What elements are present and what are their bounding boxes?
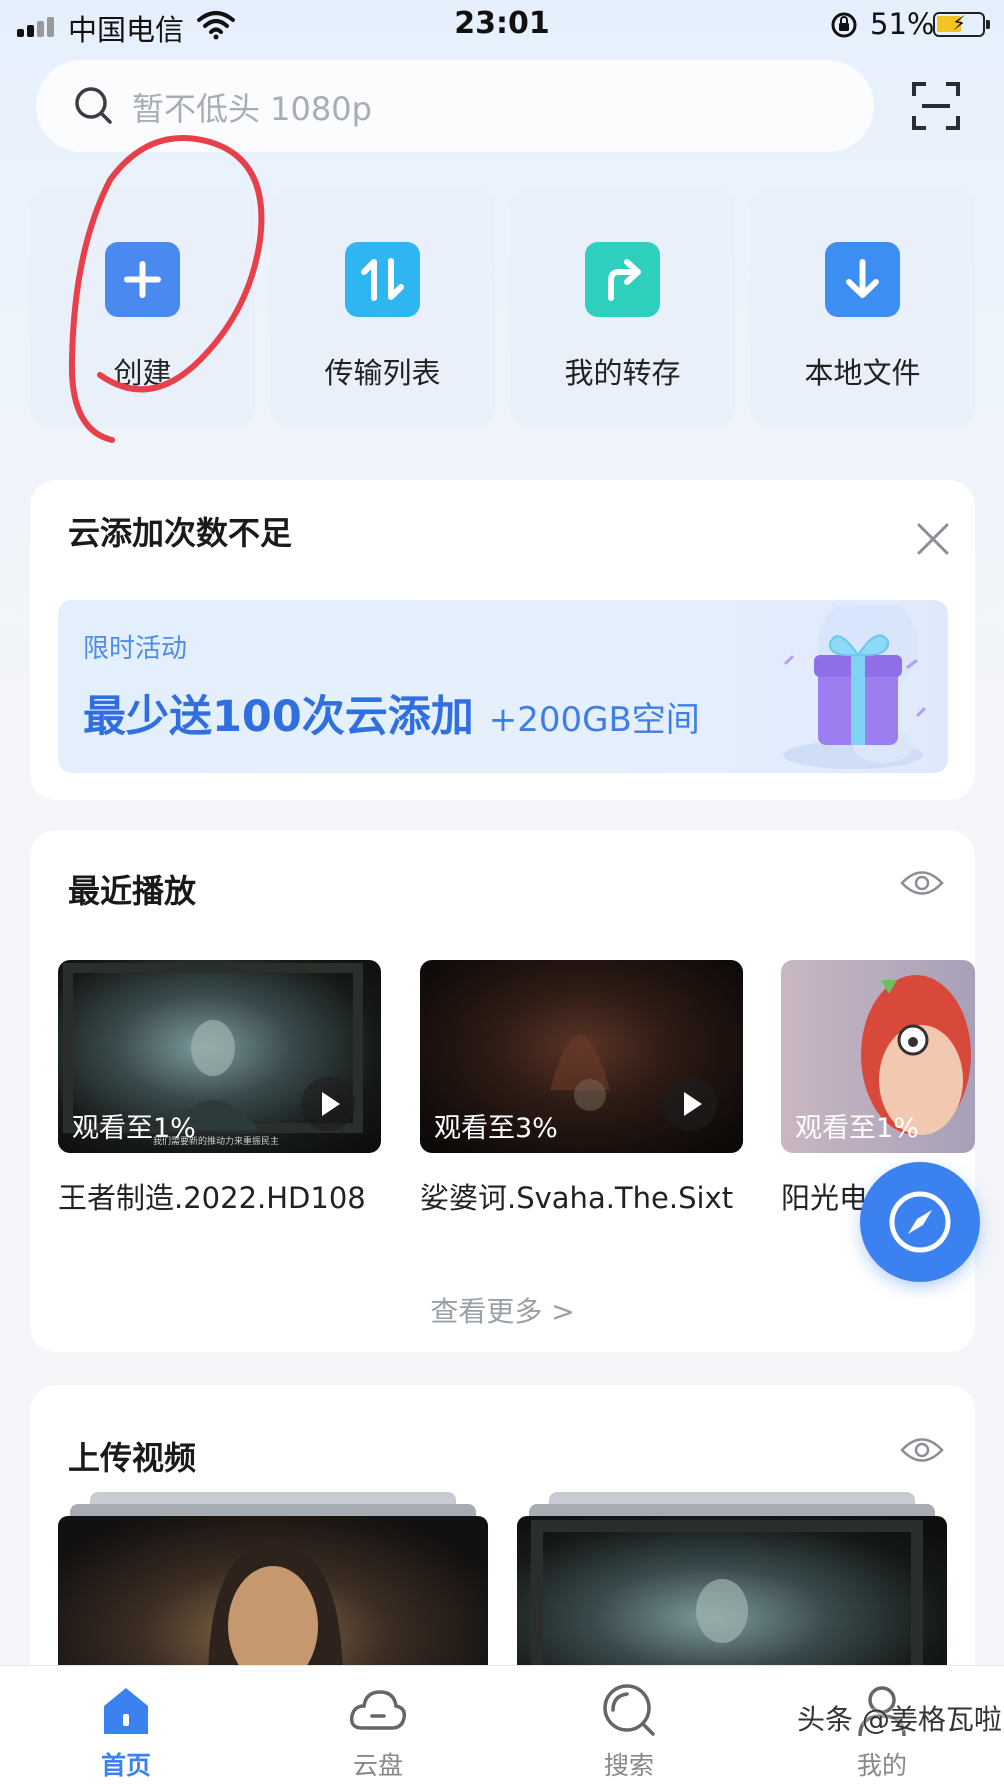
video-title: 王者制造.2022.HD108 [58, 1181, 366, 1215]
watermark: 头条 @姜格瓦啦 [797, 1703, 1002, 1736]
recent-title: 最近播放 [68, 872, 197, 910]
tab-label: 我的 [856, 1751, 907, 1780]
promo-tag: 限时活动 [83, 634, 188, 664]
battery-icon: ⚡ [933, 11, 990, 37]
upload-title: 上传视频 [68, 1439, 197, 1477]
search-icon [75, 87, 112, 124]
rotation-lock-icon [831, 12, 857, 38]
quick-actions: 创建 传输列表 我的转存 本地文件 [30, 188, 975, 428]
my-saves-label: 我的转存 [564, 356, 681, 390]
video-thumbnail[interactable] [517, 1516, 947, 1686]
local-files-label: 本地文件 [804, 356, 921, 390]
play-icon[interactable] [663, 1077, 717, 1131]
promo-title: 云添加次数不足 [68, 514, 293, 552]
video-thumbnail[interactable]: 我们需要新的推动力来重振民主 观看至1% [58, 960, 381, 1153]
thumbnail-art [531, 1520, 923, 1686]
recent-video-2[interactable]: 观看至3% 娑婆诃.Svaha.The.Sixt [420, 960, 743, 1217]
video-thumbnail[interactable]: 观看至3% [420, 960, 743, 1153]
tab-label: 首页 [100, 1751, 151, 1780]
search-bar[interactable]: 暂不低头 1080p [36, 60, 874, 152]
watch-progress: 观看至1% [795, 1113, 919, 1144]
cloud-icon [349, 1690, 407, 1730]
scan-icon[interactable] [910, 80, 962, 132]
create-label: 创建 [113, 356, 172, 390]
gift-icon [783, 605, 926, 769]
promo-headline: 最少送100次云添加 +200GB空间 [83, 682, 700, 744]
status-bar: 中国电信 23:01 51% ⚡ [0, 0, 1004, 50]
promo-card: 云添加次数不足 限时活动 最少送100次云添加 +200GB空间 [30, 480, 975, 800]
watch-progress: 观看至1% [72, 1113, 196, 1144]
download-icon [825, 242, 900, 317]
transfer-icon [345, 242, 420, 317]
recent-card: 最近播放 我们需要新的推动力来重振民主 观看至1% 王者制造.2022.HD10… [30, 830, 975, 1352]
promo-banner[interactable]: 限时活动 最少送100次云添加 +200GB空间 [58, 600, 948, 773]
play-icon[interactable] [301, 1077, 355, 1131]
close-icon[interactable] [914, 520, 952, 558]
tab-home[interactable]: 首页 [56, 1666, 196, 1785]
eye-icon[interactable] [900, 868, 944, 898]
tab-label: 搜索 [603, 1751, 654, 1780]
compass-icon [889, 1191, 951, 1253]
my-saves-button[interactable]: 我的转存 [510, 188, 735, 428]
recent-video-1[interactable]: 我们需要新的推动力来重振民主 观看至1% 王者制造.2022.HD108 [58, 960, 381, 1217]
home-icon [104, 1688, 148, 1734]
battery-percent: 51% [870, 7, 935, 41]
compass-button[interactable] [860, 1162, 980, 1282]
promo-headline-extra: +200GB空间 [488, 700, 700, 740]
eye-icon[interactable] [900, 1435, 944, 1465]
video-thumbnail[interactable] [58, 1516, 488, 1686]
tab-label: 云盘 [352, 1751, 403, 1780]
forward-arrow-icon [585, 242, 660, 317]
transfer-list-button[interactable]: 传输列表 [270, 188, 495, 428]
tab-search[interactable]: 搜索 [559, 1666, 699, 1785]
video-thumbnail[interactable]: 观看至1% [781, 960, 975, 1153]
watch-progress: 观看至3% [434, 1113, 558, 1144]
promo-headline-main: 最少送100次云添加 [83, 692, 474, 742]
transfer-list-label: 传输列表 [324, 356, 441, 390]
video-title: 娑婆诃.Svaha.The.Sixt [420, 1181, 734, 1215]
plus-icon [105, 242, 180, 317]
create-button[interactable]: 创建 [30, 188, 255, 428]
search-placeholder: 暂不低头 1080p [132, 90, 372, 128]
search-tab-icon [603, 1684, 655, 1736]
thumbnail-art [208, 1541, 343, 1686]
local-files-button[interactable]: 本地文件 [750, 188, 975, 428]
tab-cloud[interactable]: 云盘 [308, 1666, 448, 1785]
see-more-link[interactable]: 查看更多 > [30, 1290, 975, 1330]
